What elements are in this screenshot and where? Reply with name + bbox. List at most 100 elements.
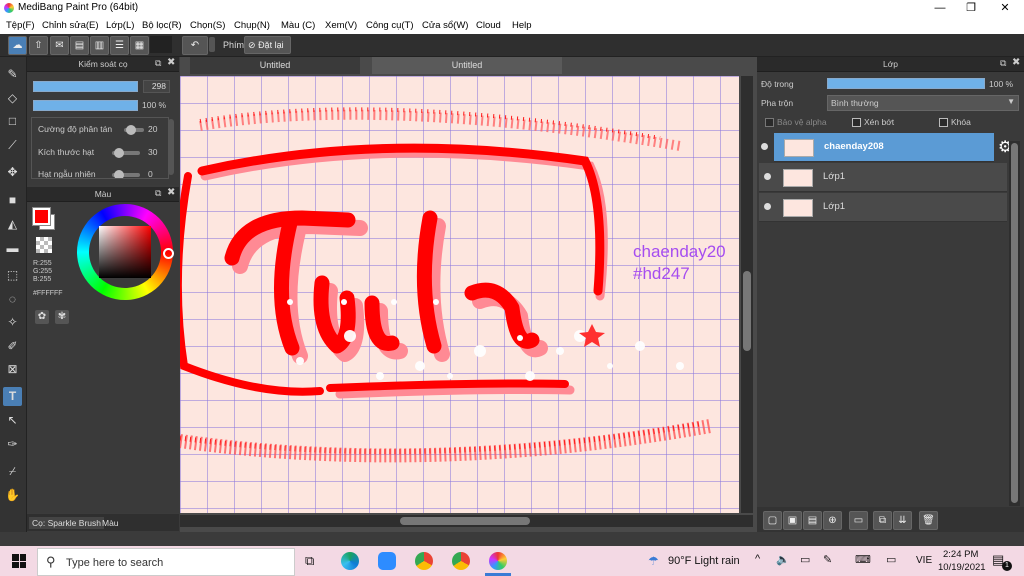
chrome-profile-icon[interactable] <box>452 552 470 570</box>
panel-close-icon[interactable]: ✖ <box>167 57 175 68</box>
bucket-tool-icon[interactable]: ◭ <box>3 215 22 234</box>
particle-size-knob[interactable] <box>114 148 124 158</box>
lock-checkbox[interactable] <box>939 118 948 127</box>
screen-icon[interactable]: ▭ <box>886 553 896 566</box>
layer-row[interactable]: Lớp1 <box>759 163 1007 192</box>
hue-wheel[interactable] <box>77 204 174 300</box>
canvas-horizontal-scrollbar[interactable] <box>180 515 753 527</box>
random-particle-knob[interactable] <box>114 170 124 178</box>
gradient-tool-icon[interactable]: ▬ <box>3 239 22 258</box>
text-tool-icon[interactable]: T <box>3 387 22 406</box>
menu-edit[interactable]: Chỉnh sửa(E) <box>42 20 99 31</box>
transparent-color-swatch[interactable] <box>36 237 52 253</box>
add-layer-menu-icon[interactable]: ⊕ <box>823 511 842 530</box>
upload-icon[interactable]: ⇧ <box>29 36 48 55</box>
eye-icon[interactable] <box>761 143 768 150</box>
comment-icon[interactable]: ▤ <box>70 36 89 55</box>
menu-layer[interactable]: Lớp(L) <box>106 20 134 31</box>
popout-icon[interactable]: ⧉ <box>155 58 161 69</box>
blend-mode-select[interactable]: Bình thường ▼ <box>827 95 1019 111</box>
document-icon[interactable]: ▥ <box>90 36 109 55</box>
task-view-icon[interactable]: ⧉ <box>305 553 314 569</box>
eraser-tool-icon[interactable]: ◇ <box>3 89 22 108</box>
select-tool-icon[interactable]: ⬚ <box>3 266 22 285</box>
brush-tool-icon[interactable]: ✎ <box>3 65 22 84</box>
grid-icon[interactable]: ▦ <box>130 36 149 55</box>
menu-tools[interactable]: Công cụ(T) <box>366 20 414 31</box>
canvas-vertical-thumb[interactable] <box>743 271 751 351</box>
speaker-icon[interactable]: 🔈 <box>776 553 790 566</box>
move-tool-icon[interactable]: ✥ <box>3 163 22 182</box>
menu-window[interactable]: Cửa sổ(W) <box>422 20 468 31</box>
fill-rect-tool-icon[interactable]: ■ <box>3 191 22 210</box>
tab-untitled-2[interactable]: Untitled <box>372 57 562 74</box>
dot-tool-icon[interactable]: ⟋ <box>3 136 22 155</box>
foreground-color-swatch[interactable] <box>32 207 51 226</box>
menu-capture[interactable]: Chụp(N) <box>234 20 270 31</box>
chrome-icon[interactable] <box>415 552 433 570</box>
pen-icon[interactable]: ✎ <box>823 553 832 566</box>
brush-panel-scrollbar[interactable] <box>168 119 174 175</box>
eyedropper-tool-icon[interactable]: ⌿ <box>3 462 22 481</box>
color-popout-icon[interactable]: ⧉ <box>155 188 161 199</box>
magic-wand-tool-icon[interactable]: ✧ <box>3 313 22 332</box>
palette-add-icon[interactable]: ✾ <box>55 310 69 324</box>
menu-filter[interactable]: Bộ lọc(R) <box>142 20 182 31</box>
eye-icon[interactable] <box>764 203 771 210</box>
clock-date[interactable]: 10/19/2021 <box>938 562 986 573</box>
brush-tab[interactable]: Cọ: Sparkle Brush <box>29 517 104 529</box>
palette-icon[interactable]: ✿ <box>35 310 49 324</box>
chevron-up-icon[interactable]: ^ <box>755 553 760 565</box>
scatter-knob[interactable] <box>126 125 136 135</box>
drawing-canvas[interactable]: chaenday20 #hd247 <box>180 76 739 513</box>
close-button[interactable]: ✕ <box>990 0 1020 17</box>
canvas-vertical-scrollbar[interactable] <box>741 76 753 513</box>
duplicate-layer-icon[interactable]: ⧉ <box>873 511 892 530</box>
select-pen-tool-icon[interactable]: ✐ <box>3 337 22 356</box>
layer-panel-close-icon[interactable]: ✖ <box>1012 57 1020 68</box>
hue-picker-handle[interactable] <box>163 248 174 259</box>
language-indicator[interactable]: VIE <box>916 555 932 566</box>
brush-opacity-slider[interactable] <box>33 100 138 111</box>
menu-file[interactable]: Tệp(F) <box>6 20 35 31</box>
medibang-icon[interactable] <box>489 552 507 570</box>
zoom-icon[interactable] <box>378 552 396 570</box>
color-panel-close-icon[interactable]: ✖ <box>167 187 175 198</box>
cloud-icon[interactable]: ☁ <box>8 36 27 55</box>
operation-tool-icon[interactable]: ↖ <box>3 411 22 430</box>
folder-icon[interactable]: ▭ <box>849 511 868 530</box>
new-halftone-layer-icon[interactable]: ▣ <box>783 511 802 530</box>
brush-size-value[interactable]: 298 <box>143 80 170 93</box>
tab-untitled-1[interactable]: Untitled <box>190 57 360 74</box>
shape-tool-icon[interactable]: □ <box>3 112 22 131</box>
random-particle-slider[interactable] <box>112 170 140 178</box>
reset-button[interactable]: ⊘ Đặt lại <box>244 36 291 54</box>
clock-time[interactable]: 2:24 PM <box>943 549 978 560</box>
layer-popout-icon[interactable]: ⧉ <box>1000 58 1006 69</box>
keyboard-icon[interactable]: ⌨ <box>855 553 871 566</box>
menu-cloud[interactable]: Cloud <box>476 20 501 31</box>
new-8bit-layer-icon[interactable]: ▤ <box>803 511 822 530</box>
select-eraser-tool-icon[interactable]: ⊠ <box>3 360 22 379</box>
trash-icon[interactable]: 🗑 <box>919 511 938 530</box>
network-icon[interactable]: ▭ <box>800 553 810 566</box>
layer-opacity-slider[interactable] <box>827 78 985 89</box>
layer-row-selected[interactable]: chaenday208 ⚙ <box>761 133 1012 162</box>
hand-tool-icon[interactable]: ✋ <box>3 486 22 505</box>
search-box[interactable]: ⚲ Type here to search <box>37 548 295 576</box>
menu-select[interactable]: Chọn(S) <box>190 20 225 31</box>
list-icon[interactable]: ☰ <box>110 36 129 55</box>
weather-text[interactable]: 90°F Light rain <box>668 555 740 567</box>
saturation-value-square[interactable] <box>99 226 151 278</box>
clipping-checkbox[interactable] <box>852 118 861 127</box>
merge-layer-icon[interactable]: ⇊ <box>893 511 912 530</box>
windows-start-icon[interactable] <box>12 554 26 568</box>
canvas-text[interactable]: chaenday20 #hd247 <box>633 241 726 285</box>
menu-help[interactable]: Help <box>512 20 532 31</box>
color-tab[interactable]: Màu <box>99 517 122 529</box>
canvas-horizontal-thumb[interactable] <box>400 517 530 525</box>
layer-scrollbar[interactable] <box>1009 141 1020 506</box>
menu-color[interactable]: Màu (C) <box>281 20 315 31</box>
menu-view[interactable]: Xem(V) <box>325 20 357 31</box>
chat-icon[interactable]: ✉ <box>50 36 69 55</box>
